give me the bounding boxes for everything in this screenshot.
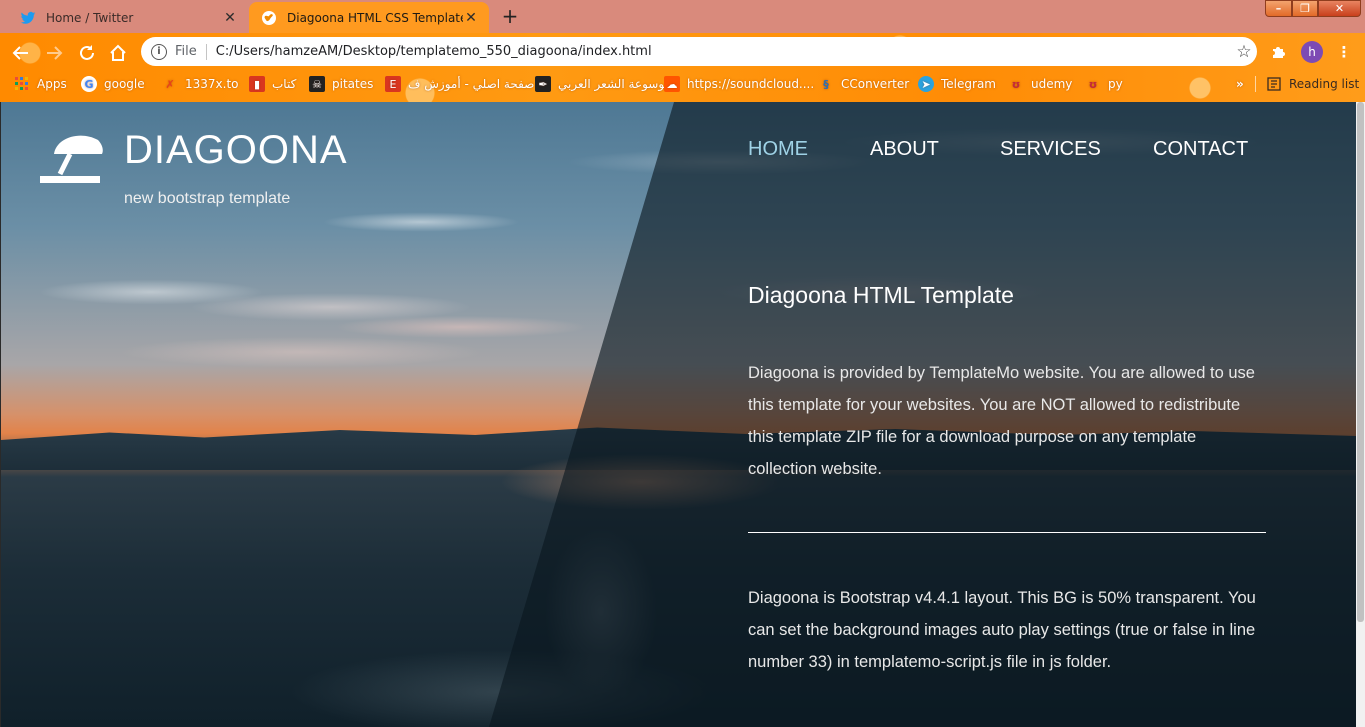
globe-icon <box>261 10 277 26</box>
scrollbar-thumb[interactable] <box>1357 102 1364 622</box>
bookmark-arabic-page[interactable]: E صفحة اصلي - أموزش ف... <box>385 72 546 96</box>
bookmark-label: كتاب <box>272 77 297 91</box>
bookmark-pitates[interactable]: ☠ pitates <box>309 72 373 96</box>
divider <box>748 532 1266 533</box>
home-icon[interactable] <box>106 41 130 65</box>
page-viewport: DIAGOONA new bootstrap template HOME ABO… <box>1 102 1356 727</box>
1337x-icon: ✗ <box>165 77 175 91</box>
apps-grid-icon <box>14 76 30 92</box>
bookmark-py[interactable]: ʊ py <box>1085 72 1123 96</box>
soundcloud-icon: ☁ <box>664 76 680 92</box>
google-icon: G <box>81 76 97 92</box>
profile-avatar[interactable]: h <box>1301 41 1323 63</box>
nav-about[interactable]: ABOUT <box>870 138 939 161</box>
scheme-label: File <box>175 44 197 59</box>
close-tab-icon[interactable]: ✕ <box>463 10 479 26</box>
tab-title: Home / Twitter <box>46 10 134 25</box>
beach-umbrella-icon <box>40 135 103 183</box>
window-close-icon[interactable]: ✕ <box>1318 0 1361 17</box>
info-paragraph: Diagoona is Bootstrap v4.4.1 layout. Thi… <box>748 589 1256 671</box>
minimize-icon[interactable]: – <box>1265 0 1292 17</box>
tab-title: Diagoona HTML CSS Template <box>287 10 463 25</box>
window-controls: – ❐ ✕ <box>1265 0 1361 18</box>
bookmark-label: صفحة اصلي - أموزش ف... <box>408 77 546 91</box>
brand-tagline: new bootstrap template <box>124 190 291 207</box>
bookmark-label: google <box>104 77 145 91</box>
bookmark-1337x[interactable]: ✗ 1337x.to <box>162 72 239 96</box>
bookmark-book[interactable]: ▮ كتاب <box>249 72 296 96</box>
brand-name: DIAGOONA <box>124 128 348 172</box>
back-arrow-icon[interactable] <box>9 41 33 65</box>
reload-icon[interactable] <box>75 41 99 65</box>
bookmark-label: udemy <box>1031 77 1073 91</box>
e-icon: E <box>385 76 401 92</box>
bookmark-label: 1337x.to <box>185 77 239 91</box>
pirate-icon: ☠ <box>309 76 325 92</box>
more-bookmarks-button[interactable]: » <box>1236 72 1244 96</box>
bookmark-cconverter[interactable]: § CConverter <box>818 72 909 96</box>
reading-list-icon <box>1266 76 1282 92</box>
bookmark-label: CConverter <box>841 77 910 91</box>
bookmark-udemy[interactable]: ʊ udemy <box>1008 72 1073 96</box>
forward-arrow-icon[interactable] <box>42 41 66 65</box>
bookmark-label: موسوعة الشعر العربي <box>558 77 671 91</box>
bookmark-poetry[interactable]: ✒ موسوعة الشعر العربي <box>535 72 671 96</box>
extensions-puzzle-icon[interactable] <box>1268 41 1290 63</box>
reading-list-button[interactable]: Reading list <box>1266 72 1359 96</box>
browser-toolbar: i File C:/Users/hamzeAM/Desktop/template… <box>0 33 1365 102</box>
telegram-icon: ➤ <box>918 76 934 92</box>
bookmark-label: pitates <box>332 77 374 91</box>
tab-twitter[interactable]: Home / Twitter ✕ <box>8 2 248 33</box>
bookmark-label: py <box>1108 77 1123 91</box>
bookmark-star-icon[interactable]: ☆ <box>1231 42 1257 62</box>
tab-diagoona[interactable]: Diagoona HTML CSS Template ✕ <box>249 2 489 33</box>
book-icon: ▮ <box>249 76 265 92</box>
nav-home[interactable]: HOME <box>748 138 808 161</box>
address-bar[interactable]: i File C:/Users/hamzeAM/Desktop/template… <box>141 37 1257 66</box>
udemy-icon: ʊ <box>1088 77 1098 91</box>
divider <box>1255 76 1256 92</box>
udemy-icon: ʊ <box>1011 77 1021 91</box>
close-tab-icon[interactable]: ✕ <box>222 10 238 26</box>
page-scrollbar[interactable] <box>1356 102 1365 727</box>
converter-icon: § <box>823 77 829 91</box>
divider <box>205 43 207 60</box>
bookmark-apps[interactable]: Apps <box>14 72 67 96</box>
bookmark-label: Telegram <box>941 77 996 91</box>
bookmark-google[interactable]: G google <box>81 72 145 96</box>
bookmark-label: Reading list <box>1289 77 1360 91</box>
nav-services[interactable]: SERVICES <box>1000 138 1101 161</box>
bookmark-soundcloud[interactable]: ☁ https://soundcloud.... <box>664 72 814 96</box>
nav-contact[interactable]: CONTACT <box>1153 138 1248 161</box>
url-text[interactable]: C:/Users/hamzeAM/Desktop/templatemo_550_… <box>216 44 1231 59</box>
info-icon[interactable]: i <box>151 43 167 60</box>
tab-strip: Home / Twitter ✕ Diagoona HTML CSS Templ… <box>0 0 1365 33</box>
new-tab-button[interactable]: + <box>499 5 521 27</box>
page-heading: Diagoona HTML Template <box>748 282 1014 308</box>
restore-icon[interactable]: ❐ <box>1292 0 1318 17</box>
bookmark-telegram[interactable]: ➤ Telegram <box>918 72 996 96</box>
quill-icon: ✒ <box>535 76 551 92</box>
bookmark-label: https://soundcloud.... <box>687 77 815 91</box>
bookmarks-bar: Apps G google ✗ 1337x.to ▮ كتاب ☠ pitate… <box>0 72 1365 96</box>
twitter-icon <box>20 10 36 26</box>
intro-paragraph: Diagoona is provided by TemplateMo websi… <box>748 364 1255 478</box>
bookmark-label: Apps <box>37 77 67 91</box>
menu-kebab-icon[interactable]: ⋮ <box>1333 41 1355 63</box>
